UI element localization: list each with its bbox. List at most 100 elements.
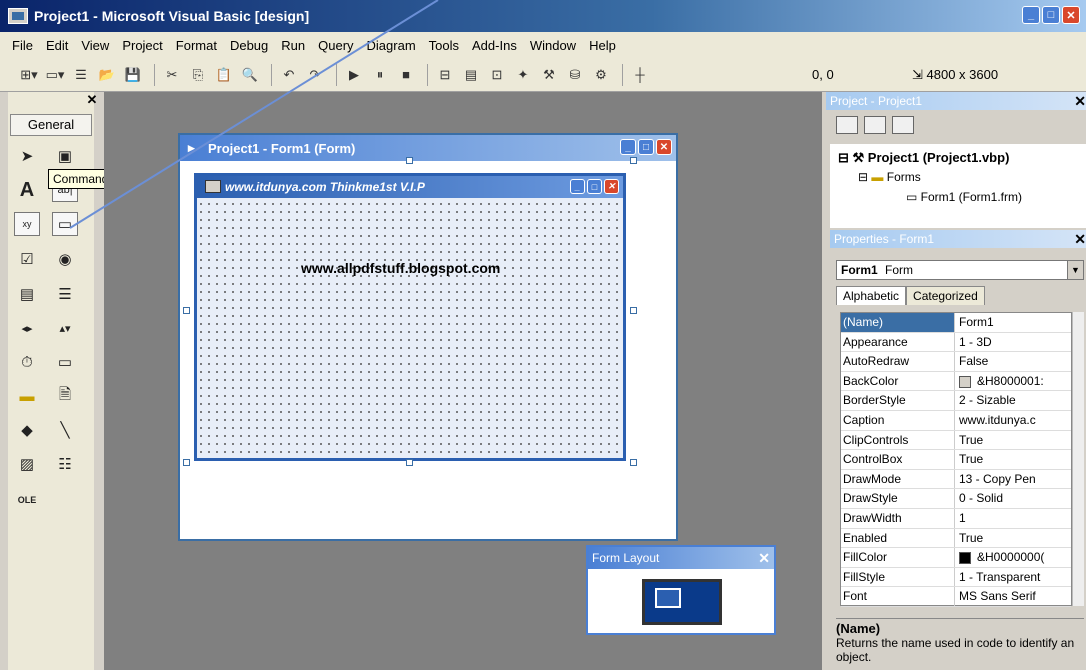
close-button[interactable]: ✕ — [1062, 6, 1080, 24]
tree-item-form1[interactable]: ▭ Form1 (Form1.frm) — [906, 190, 1022, 204]
checkbox-icon[interactable]: ☑ — [14, 247, 40, 271]
property-row[interactable]: BorderStyle 2 - Sizable — [841, 391, 1071, 411]
property-value[interactable]: 13 - Copy Pen — [955, 470, 1071, 489]
resize-handle[interactable] — [406, 157, 413, 164]
toolbox-general-tab[interactable]: General — [10, 114, 92, 136]
vscrollbar-icon[interactable]: ▴▾ — [52, 316, 78, 340]
view-object-icon[interactable] — [864, 116, 886, 134]
property-value[interactable]: &H8000001: — [955, 372, 1071, 391]
property-value[interactable]: 2 - Sizable — [955, 391, 1071, 410]
chevron-down-icon[interactable]: ▼ — [1067, 261, 1083, 279]
find-icon[interactable]: 🔍 — [239, 65, 261, 85]
menu-tools[interactable]: Tools — [429, 38, 459, 53]
view-code-icon[interactable] — [836, 116, 858, 134]
toolbox-icon[interactable]: ⚒ — [538, 65, 560, 85]
resize-handle[interactable] — [183, 459, 190, 466]
property-row[interactable]: AutoRedraw False — [841, 352, 1071, 372]
designer-title-bar[interactable]: ▸ Project1 - Form1 (Form) _ □ ✕ — [180, 135, 676, 161]
tree-item-project[interactable]: ⊟ ⚒ Project1 (Project1.vbp) — [838, 150, 1009, 166]
property-value[interactable]: &H0000000( — [955, 548, 1071, 567]
property-value[interactable]: www.itdunya.c — [955, 411, 1071, 430]
line-icon[interactable]: ╲ — [52, 418, 78, 442]
undo-icon[interactable]: ↶ — [278, 65, 300, 85]
designer-maximize-button[interactable]: □ — [638, 139, 654, 155]
property-row[interactable]: Enabled True — [841, 528, 1071, 549]
resize-handle[interactable] — [630, 157, 637, 164]
property-row[interactable]: ClipControls True — [841, 430, 1071, 451]
property-value[interactable]: True — [955, 431, 1071, 450]
maximize-button[interactable]: □ — [1042, 6, 1060, 24]
paste-icon[interactable]: 📋 — [213, 65, 235, 85]
start-icon[interactable]: ▶ — [343, 65, 365, 85]
designer-close-button[interactable]: ✕ — [656, 139, 672, 155]
picturebox-icon[interactable]: ▣ — [52, 144, 78, 168]
menu-view[interactable]: View — [81, 38, 109, 53]
designer-minimize-button[interactable]: _ — [620, 139, 636, 155]
property-value[interactable]: MS Sans Serif — [955, 587, 1071, 606]
form1-canvas[interactable]: www.itdunya.com Thinkme1st V.I.P _ □ ✕ w… — [194, 173, 626, 461]
menu-project[interactable]: Project — [122, 38, 162, 53]
collapse-icon[interactable]: ⊟ — [838, 150, 853, 165]
property-value[interactable]: Form1 — [955, 313, 1071, 332]
object-selector[interactable]: Form1 Form ▼ — [836, 260, 1084, 280]
commandbutton-icon[interactable]: ▭ — [52, 212, 78, 236]
property-value[interactable]: True — [955, 529, 1071, 548]
property-row[interactable]: Font MS Sans Serif — [841, 587, 1071, 607]
resize-handle[interactable] — [630, 307, 637, 314]
menu-file[interactable]: File — [12, 38, 33, 53]
menu-window[interactable]: Window — [530, 38, 576, 53]
menu-diagram[interactable]: Diagram — [367, 38, 416, 53]
property-row[interactable]: DrawMode 13 - Copy Pen — [841, 469, 1071, 490]
add-project-icon[interactable]: ⊞▾ — [18, 65, 40, 85]
add-form-icon[interactable]: ▭▾ — [44, 65, 66, 85]
menu-debug[interactable]: Debug — [230, 38, 268, 53]
save-icon[interactable]: 💾 — [122, 65, 144, 85]
shape-icon[interactable]: ◆ — [14, 418, 40, 442]
project-explorer-icon[interactable]: ⊟ — [434, 65, 456, 85]
ole-icon[interactable]: OLE — [14, 488, 40, 512]
property-row[interactable]: DrawWidth 1 — [841, 508, 1071, 529]
menu-editor-icon[interactable]: ☰ — [70, 65, 92, 85]
property-row[interactable]: Caption www.itdunya.c — [841, 410, 1071, 431]
menu-query[interactable]: Query — [318, 38, 353, 53]
toggle-folders-icon[interactable] — [892, 116, 914, 134]
data-control-icon[interactable]: ☷ — [52, 452, 78, 476]
property-value[interactable]: 1 - Transparent — [955, 568, 1071, 587]
property-value[interactable]: 1 — [955, 509, 1071, 528]
dirlistbox-icon[interactable]: ▬ — [14, 384, 40, 408]
property-row[interactable]: FillColor &H0000000( — [841, 548, 1071, 568]
cut-icon[interactable]: ✂ — [161, 65, 183, 85]
listbox-icon[interactable]: ☰ — [52, 282, 78, 306]
form-layout-icon[interactable]: ⊡ — [486, 65, 508, 85]
hscrollbar-icon[interactable]: ◂▸ — [14, 316, 40, 340]
tab-categorized[interactable]: Categorized — [906, 286, 985, 305]
toolbox-close-icon[interactable]: ✕ — [84, 92, 100, 108]
form-layout-close-icon[interactable]: ✕ — [758, 547, 770, 569]
open-icon[interactable]: 📂 — [96, 65, 118, 85]
minimize-button[interactable]: _ — [1022, 6, 1040, 24]
property-row[interactable]: (Name) Form1 — [841, 313, 1071, 333]
timer-icon[interactable]: ⏱ — [14, 350, 40, 374]
resize-handle[interactable] — [183, 307, 190, 314]
label-icon[interactable]: A — [14, 178, 40, 202]
menu-add-ins[interactable]: Add-Ins — [472, 38, 517, 53]
data-view-icon[interactable]: ⛁ — [564, 65, 586, 85]
filelistbox-icon[interactable]: 🗎 — [52, 384, 78, 408]
drivelistbox-icon[interactable]: ▭ — [52, 350, 78, 374]
resize-handle[interactable] — [630, 459, 637, 466]
property-grid-scrollbar[interactable] — [1072, 312, 1084, 606]
frame-icon[interactable]: xy — [14, 212, 40, 236]
object-browser-icon[interactable]: ✦ — [512, 65, 534, 85]
optionbutton-icon[interactable]: ◉ — [52, 247, 78, 271]
property-row[interactable]: DrawStyle 0 - Solid — [841, 489, 1071, 509]
end-icon[interactable]: ■ — [395, 65, 417, 85]
properties-window-icon[interactable]: ▤ — [460, 65, 482, 85]
pointer-icon[interactable]: ➤ — [14, 144, 40, 168]
collapse-icon[interactable]: ⊟ — [858, 170, 871, 184]
resize-handle[interactable] — [406, 459, 413, 466]
property-value[interactable]: 0 - Solid — [955, 489, 1071, 508]
form-position-preview[interactable] — [655, 588, 681, 608]
tab-alphabetic[interactable]: Alphabetic — [836, 286, 907, 305]
menu-edit[interactable]: Edit — [46, 38, 68, 53]
property-value[interactable]: False — [955, 352, 1071, 371]
